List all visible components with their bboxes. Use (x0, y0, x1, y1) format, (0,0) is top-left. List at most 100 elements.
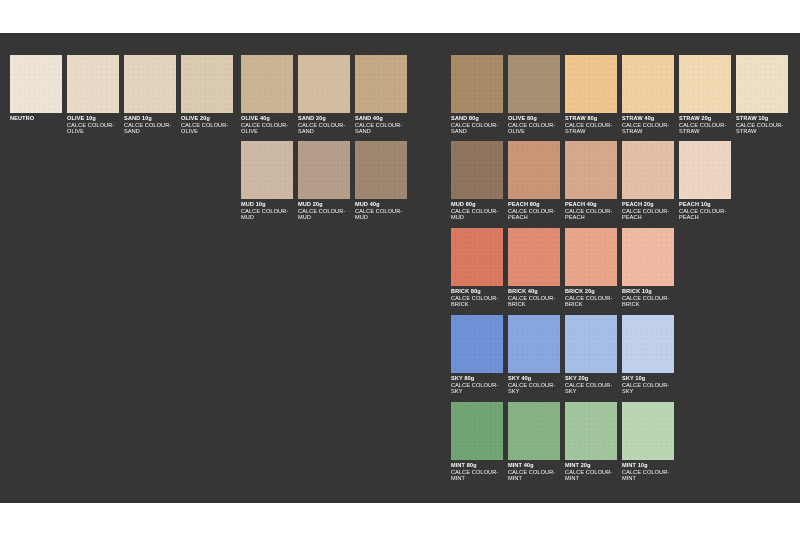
swatch-color-family: STRAW (736, 129, 757, 136)
swatch-color-chip (622, 402, 674, 460)
swatch-label: MINT 80g CALCE COLOUR- MINT (451, 463, 511, 483)
swatch-title: NEUTRO (10, 116, 35, 122)
swatch-title: MINT 10g (622, 463, 648, 469)
swatch-color-family: PEACH (508, 215, 528, 222)
swatch-peach-20g: PEACH 20g CALCE COLOUR- PEACH (622, 141, 674, 221)
swatch-product-line: CALCE COLOUR- (679, 208, 727, 215)
swatch-product-line: CALCE COLOUR- (508, 382, 556, 389)
swatch-brick-10g: BRICK 10g CALCE COLOUR- BRICK (622, 228, 674, 308)
swatch-color-chip (451, 55, 503, 113)
swatch-label: BRICK 10g CALCE COLOUR- BRICK (622, 289, 682, 309)
swatch-title: BRICK 80g (451, 289, 481, 295)
swatch-color-family: BRICK (451, 302, 469, 309)
swatch-title: PEACH 10g (679, 202, 711, 208)
swatch-label: MINT 10g CALCE COLOUR- MINT (622, 463, 682, 483)
swatch-color-chip (241, 55, 293, 113)
swatch-product-line: CALCE COLOUR- (565, 122, 613, 129)
swatch-title: SKY 40g (508, 376, 532, 382)
swatch-product-line: CALCE COLOUR- (622, 295, 670, 302)
swatch-product-line: CALCE COLOUR- (298, 208, 346, 215)
swatch-title: OLIVE 10g (67, 116, 96, 122)
swatch-color-chip (508, 402, 560, 460)
swatch-mint-10g: MINT 10g CALCE COLOUR- MINT (622, 402, 674, 482)
swatch-title: MINT 20g (565, 463, 591, 469)
swatch-label: PEACH 40g CALCE COLOUR- PEACH (565, 202, 625, 222)
swatch-color-chip (565, 55, 617, 113)
swatch-title: SKY 80g (451, 376, 475, 382)
swatch-color-family: SAND (355, 129, 371, 136)
swatch-straw-20g: STRAW 20g CALCE COLOUR- STRAW (679, 55, 731, 135)
swatch-title: OLIVE 40g (241, 116, 270, 122)
swatch-olive-80g: OLIVE 80g CALCE COLOUR- OLIVE (508, 55, 560, 135)
swatch-product-line: CALCE COLOUR- (622, 122, 670, 129)
swatch-title: MUD 40g (355, 202, 380, 208)
swatch-mud-40g: MUD 40g CALCE COLOUR- MUD (355, 141, 407, 221)
swatch-product-line: CALCE COLOUR- (181, 122, 229, 129)
swatch-label: BRICK 80g CALCE COLOUR- BRICK (451, 289, 511, 309)
swatch-olive-10g: OLIVE 10g CALCE COLOUR- OLIVE (67, 55, 119, 135)
swatch-title: MUD 80g (451, 202, 476, 208)
swatch-color-family: SKY (508, 389, 520, 396)
swatch-product-line: CALCE COLOUR- (451, 122, 499, 129)
swatch-product-line: CALCE COLOUR- (241, 122, 289, 129)
swatch-color-chip (622, 55, 674, 113)
swatch-color-family: OLIVE (67, 129, 84, 136)
swatch-mint-40g: MINT 40g CALCE COLOUR- MINT (508, 402, 560, 482)
swatch-label: MINT 40g CALCE COLOUR- MINT (508, 463, 568, 483)
swatch-color-family: BRICK (508, 302, 526, 309)
swatch-label: SAND 80g CALCE COLOUR- SAND (451, 116, 511, 136)
swatch-label: MUD 20g CALCE COLOUR- MUD (298, 202, 358, 222)
swatch-product-line: CALCE COLOUR- (622, 208, 670, 215)
swatch-color-family: MINT (622, 476, 637, 483)
swatch-product-line: CALCE COLOUR- (451, 469, 499, 476)
swatch-color-chip (451, 228, 503, 286)
swatch-label: STRAW 80g CALCE COLOUR- STRAW (565, 116, 625, 136)
swatch-color-chip (565, 402, 617, 460)
swatch-color-family: SKY (565, 389, 577, 396)
swatch-color-chip (508, 55, 560, 113)
swatch-label: MINT 20g CALCE COLOUR- MINT (565, 463, 625, 483)
swatch-color-chip (355, 141, 407, 199)
swatch-title: PEACH 20g (622, 202, 654, 208)
swatch-peach-10g: PEACH 10g CALCE COLOUR- PEACH (679, 141, 731, 221)
swatch-product-line: CALCE COLOUR- (355, 208, 403, 215)
swatch-color-chip (181, 55, 233, 113)
swatch-color-family: OLIVE (241, 129, 258, 136)
swatch-color-chip (508, 315, 560, 373)
swatch-color-chip (622, 315, 674, 373)
swatch-product-line: CALCE COLOUR- (124, 122, 172, 129)
swatch-color-family: PEACH (565, 215, 585, 222)
swatch-color-chip (508, 228, 560, 286)
swatch-label: STRAW 20g CALCE COLOUR- STRAW (679, 116, 739, 136)
swatch-color-family: MUD (298, 215, 312, 222)
swatch-mud-20g: MUD 20g CALCE COLOUR- MUD (298, 141, 350, 221)
swatch-label: SKY 10g CALCE COLOUR- SKY (622, 376, 682, 396)
swatch-product-line: CALCE COLOUR- (565, 382, 613, 389)
swatch-product-line: CALCE COLOUR- (679, 122, 727, 129)
swatch-product-line: CALCE COLOUR- (508, 208, 556, 215)
swatch-product-line: CALCE COLOUR- (622, 469, 670, 476)
swatch-label: OLIVE 10g CALCE COLOUR- OLIVE (67, 116, 127, 136)
swatch-color-chip (451, 315, 503, 373)
swatch-label: PEACH 80g CALCE COLOUR- PEACH (508, 202, 568, 222)
swatch-title: STRAW 20g (679, 116, 712, 122)
swatch-color-chip (298, 141, 350, 199)
swatch-brick-40g: BRICK 40g CALCE COLOUR- BRICK (508, 228, 560, 308)
swatch-color-family: SAND (124, 129, 140, 136)
swatch-color-family: MUD (355, 215, 369, 222)
swatch-product-line: CALCE COLOUR- (451, 208, 499, 215)
swatch-label: SKY 40g CALCE COLOUR- SKY (508, 376, 568, 396)
swatch-product-line: CALCE COLOUR- (298, 122, 346, 129)
swatch-color-chip (355, 55, 407, 113)
swatch-color-family: MINT (451, 476, 466, 483)
swatch-sand-20g: SAND 20g CALCE COLOUR- SAND (298, 55, 350, 135)
swatch-color-family: STRAW (679, 129, 700, 136)
swatch-color-family: PEACH (679, 215, 699, 222)
swatch-label: NEUTRO (10, 116, 70, 123)
swatch-title: STRAW 40g (622, 116, 655, 122)
swatch-title: OLIVE 80g (508, 116, 537, 122)
swatch-title: SKY 10g (622, 376, 646, 382)
swatch-color-chip (736, 55, 788, 113)
swatch-product-line: CALCE COLOUR- (508, 122, 556, 129)
swatch-product-line: CALCE COLOUR- (508, 469, 556, 476)
